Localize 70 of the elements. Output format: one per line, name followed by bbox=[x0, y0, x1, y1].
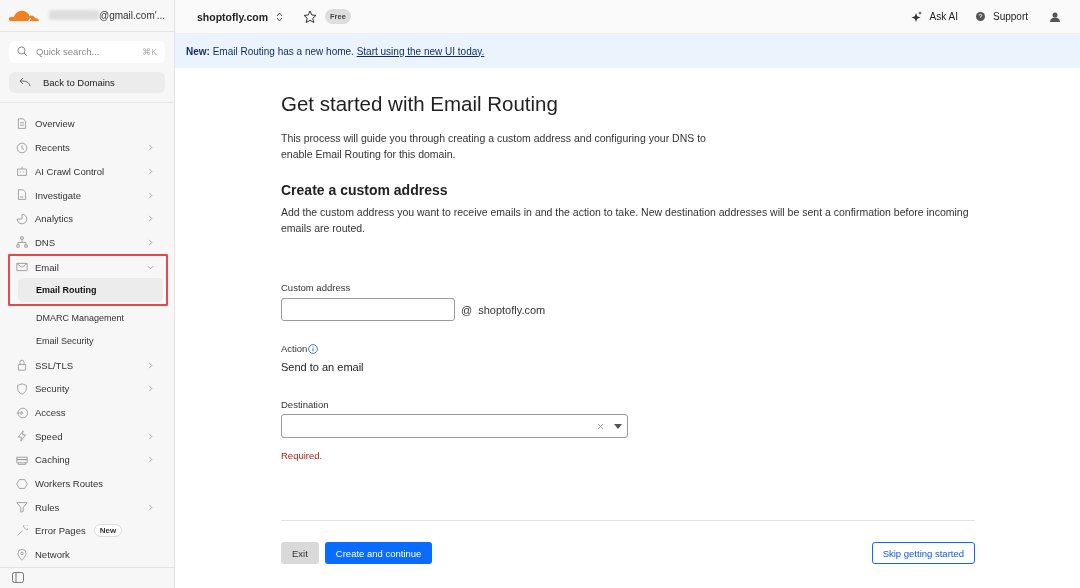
document-icon bbox=[16, 118, 28, 130]
section-title: Create a custom address bbox=[281, 182, 449, 198]
field-label: Custom address bbox=[281, 282, 352, 293]
clock-icon bbox=[16, 141, 28, 154]
create-button[interactable]: Create and continue bbox=[324, 542, 433, 564]
location-pin-icon bbox=[16, 548, 28, 561]
sidebar-item[interactable]: Overview bbox=[0, 112, 174, 136]
sidebar-item[interactable]: Recents bbox=[0, 135, 174, 160]
skip-button[interactable]: Skip getting started bbox=[871, 542, 975, 564]
sidebar-item[interactable]: Network bbox=[0, 542, 174, 567]
star-icon[interactable] bbox=[303, 9, 317, 24]
cloud-logo bbox=[8, 8, 40, 23]
sidebar-subitem[interactable]: Email Routing bbox=[18, 278, 163, 302]
sort-arrows-icon[interactable] bbox=[276, 11, 283, 22]
shortcut-hint: ⌘K bbox=[142, 46, 157, 57]
user-icon[interactable] bbox=[1050, 11, 1060, 22]
at-sign: @ bbox=[461, 303, 473, 316]
document-icon bbox=[16, 189, 28, 202]
sidebar-item[interactable]: Error Pages New bbox=[0, 519, 174, 543]
funnel-icon bbox=[16, 501, 28, 514]
sidebar-item[interactable]: Caching bbox=[0, 448, 174, 472]
new-badge: New bbox=[93, 524, 123, 538]
domain-suffix: shoptofly.com bbox=[478, 303, 546, 316]
lightning-icon bbox=[16, 430, 28, 443]
sidebar-item[interactable]: Analytics bbox=[0, 206, 174, 231]
sidebar-item[interactable]: DNS bbox=[0, 230, 174, 255]
action-value: Send to an email bbox=[281, 361, 365, 373]
pie-chart-icon bbox=[16, 212, 28, 225]
page-title: Get started with Email Routing bbox=[281, 92, 559, 116]
dropdown-caret-icon[interactable] bbox=[614, 423, 622, 429]
banner-text: New: Email Routing has a new home. Start using the new UI today. bbox=[186, 45, 485, 57]
robot-icon bbox=[16, 165, 28, 178]
login-icon bbox=[16, 406, 28, 419]
lock-icon bbox=[16, 359, 28, 372]
intro-text: This process will guide you through creating a custom address and configuring your DNS to enable Email Routing for this domain. bbox=[281, 131, 707, 162]
sidebar-item[interactable]: AI Crawl Control bbox=[0, 159, 174, 184]
account-email[interactable]: @gmail.com'... bbox=[99, 9, 165, 21]
clear-icon[interactable] bbox=[597, 422, 604, 430]
shield-icon bbox=[16, 382, 28, 395]
sidebar-item[interactable]: Investigate bbox=[0, 183, 174, 207]
sidebar-toggle-icon[interactable] bbox=[12, 572, 24, 584]
field-label: Action bbox=[281, 343, 308, 354]
exit-button[interactable]: Exit bbox=[281, 542, 319, 564]
sidebar-subitem[interactable]: DMARC Management bbox=[24, 305, 165, 330]
sidebar-item[interactable]: Speed bbox=[0, 424, 174, 449]
envelope-icon bbox=[16, 261, 28, 274]
section-description: Add the custom address you want to receive emails in and the action to take. New destination addresses will be sent a confirmation before incoming emails are routed. bbox=[281, 205, 970, 236]
sparkle-icon bbox=[910, 11, 922, 22]
sidebar-item[interactable]: Security bbox=[0, 377, 174, 401]
search-icon bbox=[17, 45, 28, 57]
back-button[interactable]: Back to Domains bbox=[9, 71, 165, 94]
banner-link[interactable]: Start using the new UI today. bbox=[356, 45, 485, 57]
support-button[interactable]: Support bbox=[992, 11, 1028, 22]
info-icon[interactable] bbox=[308, 343, 319, 354]
custom-address-field[interactable] bbox=[281, 298, 455, 321]
sidebar-item[interactable]: Workers Routes bbox=[0, 471, 174, 496]
ask-ai-button[interactable]: Ask AI bbox=[929, 11, 958, 22]
network-icon bbox=[16, 236, 28, 249]
domain-selector[interactable]: shoptofly.com bbox=[197, 10, 268, 23]
sidebar-item[interactable]: SSL/TLS bbox=[0, 353, 174, 377]
hexagon-icon bbox=[16, 477, 28, 490]
error-message: Required. bbox=[281, 450, 324, 461]
field-label: Destination bbox=[281, 399, 330, 410]
redacted-text bbox=[49, 10, 99, 21]
sidebar-subitem[interactable]: Email Security bbox=[24, 329, 165, 354]
sidebar-item[interactable]: Rules bbox=[0, 495, 174, 520]
help-icon bbox=[975, 12, 985, 21]
sidebar-item[interactable]: Email bbox=[10, 256, 166, 279]
return-arrow-icon bbox=[19, 77, 31, 88]
sidebar-item[interactable]: Access bbox=[0, 400, 174, 425]
